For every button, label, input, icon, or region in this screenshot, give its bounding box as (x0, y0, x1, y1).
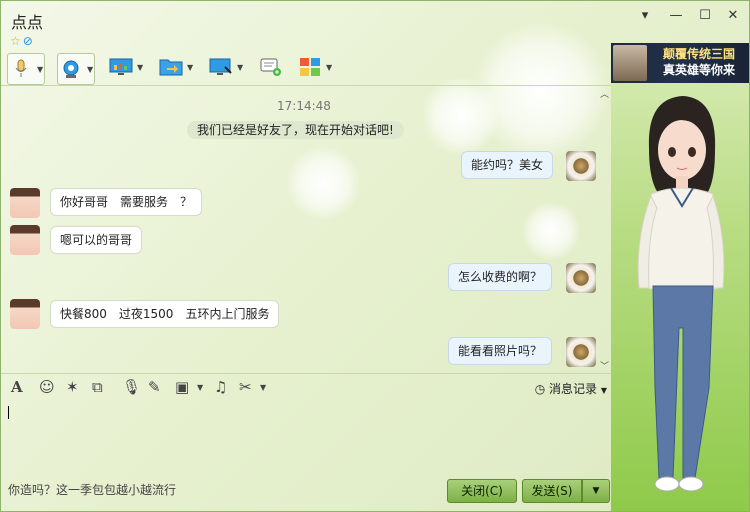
font-icon[interactable]: A (11, 378, 23, 396)
star-icon[interactable]: ☆ (10, 34, 21, 48)
input-toolbar: A ☺ ✶ ⧉ 🎙 ✎ ▣ ▼ ♫ ✂ ▼ ◷ 消息记录 ▼ (1, 375, 611, 401)
banner-text: 颠覆传统三国 真英雄等你来 (651, 46, 747, 78)
title-status-icons: ☆ ⊘ (10, 34, 33, 48)
scissors-icon[interactable]: ✂ (239, 378, 252, 396)
toolbar-divider (1, 85, 611, 86)
microphone-button[interactable]: ▼ (7, 53, 46, 85)
system-message: 我们已经是好友了，现在开始对话吧! (187, 121, 404, 139)
webcam-icon (59, 58, 83, 80)
image-icon[interactable]: ▣ (175, 378, 189, 396)
avatar[interactable] (10, 225, 40, 255)
apps-icon (298, 56, 322, 78)
microphone-icon (9, 58, 33, 80)
text-caret (8, 406, 9, 419)
right-panel: 颠覆传统三国 真英雄等你来 (611, 43, 749, 511)
message-bubble-out[interactable]: 怎么收费的啊？ (448, 263, 553, 291)
banner-line-1: 颠覆传统三国 (662, 47, 735, 61)
chevron-down-icon[interactable]: ▼ (197, 383, 203, 392)
nudge-icon[interactable]: ✶ (66, 378, 79, 396)
close-window-button[interactable]: ✕ (722, 7, 744, 25)
chevron-down-icon[interactable]: ▼ (37, 65, 43, 74)
remote-desktop-icon (209, 56, 233, 78)
minimize-button[interactable]: — (665, 7, 687, 25)
message-bubble-in[interactable]: 快餐800 过夜1500 五环内上门服务 (50, 300, 280, 328)
show-avatar-image[interactable] (611, 88, 749, 508)
chevron-down-icon[interactable]: ▼ (187, 63, 193, 72)
chevron-down-icon[interactable]: ▼ (260, 383, 266, 392)
main-toolbar: ▼ ▼ ▼ ▼ ▼ ▼ (1, 51, 611, 85)
close-button[interactable]: 关闭(C) (447, 479, 517, 503)
window-title: 点点 (11, 13, 44, 32)
chevron-down-icon[interactable]: ▼ (87, 65, 93, 74)
window-menu-button[interactable]: ▾ (634, 7, 656, 25)
chevron-down-icon[interactable]: ▼ (137, 63, 143, 72)
message-bubble-in[interactable]: 你好哥哥 需要服务 ？ (50, 188, 203, 216)
message-bubble-out[interactable]: 能看看照片吗？ (448, 337, 553, 365)
screenshot-icon[interactable]: ⧉ (92, 378, 103, 396)
avatar[interactable] (10, 188, 40, 218)
chat-window: 点点 ☆ ⊘ ▾ — ☐ ✕ ▼ ▼ ▼ ▼ ▼ ▼ 17:14:48 我们已经… (0, 0, 750, 512)
music-icon[interactable]: ♫ (214, 378, 227, 396)
message-history-label: 消息记录 (549, 382, 598, 396)
message-add-button[interactable] (259, 53, 283, 81)
input-divider (1, 373, 611, 374)
avatar[interactable] (566, 337, 596, 367)
avatar[interactable] (566, 263, 596, 293)
emoji-icon[interactable]: ☺ (39, 378, 55, 396)
file-transfer-button[interactable]: ▼ (159, 53, 193, 81)
chat-history[interactable]: 17:14:48 我们已经是好友了，现在开始对话吧! 能约吗？美女 你好哥哥 需… (1, 87, 611, 373)
voice-message-icon[interactable]: 🎙 (122, 378, 141, 396)
message-input[interactable] (1, 401, 611, 473)
send-options-button[interactable]: ▼ (582, 479, 610, 503)
chevron-down-icon[interactable]: ▼ (326, 63, 332, 72)
avatar[interactable] (566, 151, 596, 181)
avatar[interactable] (10, 299, 40, 329)
send-button[interactable]: 发送(S) (522, 479, 582, 503)
message-history-button[interactable]: ◷ 消息记录 ▼ (535, 380, 607, 397)
ad-link[interactable]: 你造吗？这一季包包越小越流行 (8, 481, 176, 498)
edit-icon[interactable]: ✎ (148, 378, 161, 396)
screen-share-button[interactable]: ▼ (109, 53, 143, 81)
chevron-down-icon: ▼ (600, 386, 607, 395)
message-timestamp: 17:14:48 (277, 99, 331, 113)
screen-share-icon (109, 56, 133, 78)
chevron-down-icon[interactable]: ▼ (237, 63, 243, 72)
message-bubble-in[interactable]: 嗯可以的哥哥 (50, 226, 143, 254)
maximize-button[interactable]: ☐ (694, 7, 716, 25)
scroll-down-icon[interactable]: ﹀ (600, 359, 609, 372)
location-icon[interactable]: ⊘ (23, 34, 33, 48)
remote-desktop-button[interactable]: ▼ (209, 53, 243, 81)
clock-icon: ◷ (534, 382, 546, 396)
ad-banner[interactable]: 颠覆传统三国 真英雄等你来 (611, 43, 749, 83)
banner-line-2: 真英雄等你来 (662, 63, 735, 77)
file-transfer-icon (159, 56, 183, 78)
message-bubble-out[interactable]: 能约吗？美女 (461, 151, 554, 179)
webcam-button[interactable]: ▼ (57, 53, 96, 85)
apps-button[interactable]: ▼ (298, 53, 332, 81)
scroll-up-icon[interactable]: ︿ (600, 87, 609, 100)
message-add-icon (259, 56, 283, 78)
banner-character-image (613, 45, 647, 81)
